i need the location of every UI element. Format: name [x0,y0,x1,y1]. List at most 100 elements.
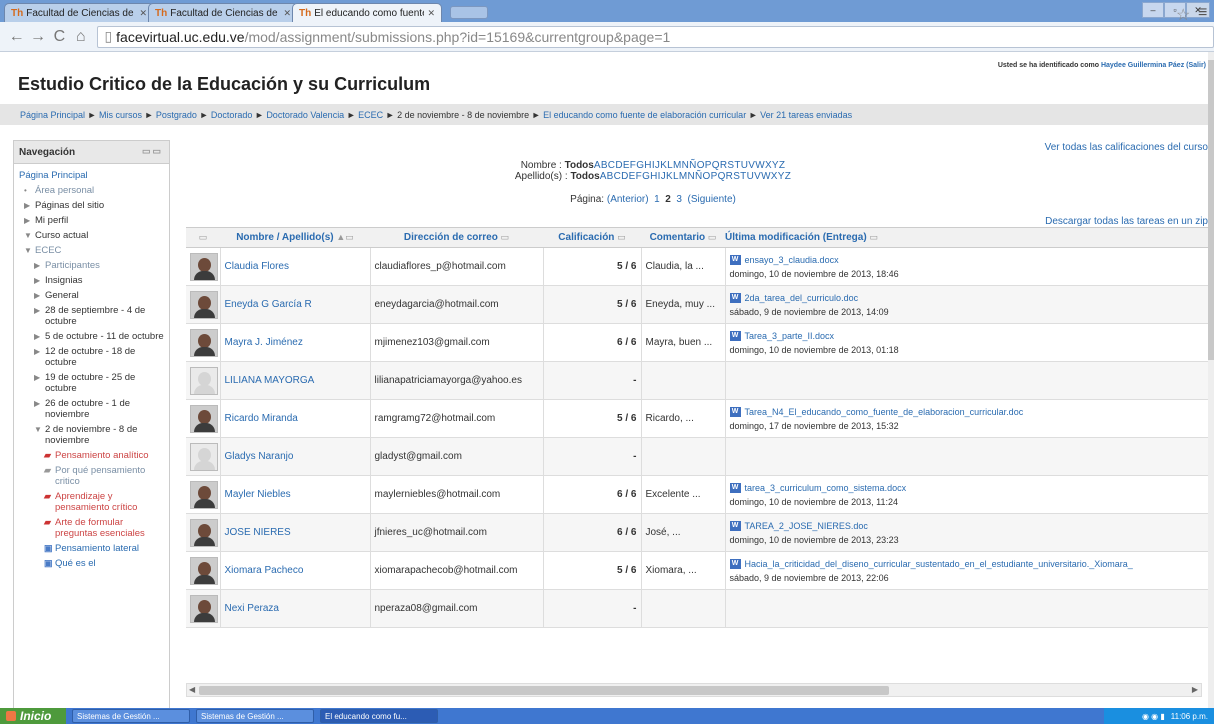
avatar[interactable] [190,556,218,585]
nav-item[interactable]: ▶ 12 de octubre - 18 de octubre [19,344,165,370]
avatar[interactable] [190,404,218,433]
grade-cell[interactable]: - [543,589,642,628]
breadcrumb-item[interactable]: Doctorado Valencia [266,110,344,120]
student-name-link[interactable]: Nexi Peraza [225,603,279,614]
collapsed-arrow-icon[interactable]: ▶ [34,260,40,271]
student-name-link[interactable]: Gladys Naranjo [225,451,294,462]
avatar[interactable] [190,366,218,395]
back-arrow-icon[interactable]: ← [6,28,27,46]
grade-cell[interactable]: 6 / 6 [543,475,642,514]
scroll-left-icon[interactable]: ◀ [189,685,195,694]
student-name-link[interactable]: JOSE NIERES [225,527,291,538]
nav-item[interactable]: ▼ Curso actual [19,228,165,243]
grade-cell[interactable]: - [543,437,642,476]
name-column-header[interactable]: Nombre / Apellido(s) ▲▭ [220,227,370,248]
grade-cell[interactable]: - [543,361,642,400]
file-link[interactable]: Hacia_la_criticidad_del_diseno_curricula… [745,559,1133,569]
avatar[interactable] [190,328,218,357]
grade-column-header[interactable]: Calificación ▭ [543,227,641,248]
nav-item[interactable]: Página Principal [19,168,165,183]
vertical-scroll-thumb[interactable] [1208,60,1214,360]
taskbar-item[interactable]: Sistemas de Gestión ... [72,709,190,723]
browser-tab[interactable]: ThFacultad de Ciencias de la E✕ [148,3,298,22]
file-link[interactable]: Tarea_N4_El_educando_como_fuente_de_elab… [745,407,1024,417]
nav-item[interactable]: ▶ General [19,288,165,303]
pager-prev[interactable]: (Anterior) [607,194,649,205]
select-column-header[interactable]: ▭ [186,227,220,248]
collapsed-arrow-icon[interactable]: ▶ [34,290,40,301]
avatar[interactable] [190,252,218,281]
breadcrumb-item[interactable]: Ver 21 tareas enviadas [760,110,852,120]
student-name-link[interactable]: LILIANA MAYORGA [225,375,315,386]
nav-item[interactable]: ▶ Mi perfil [19,213,165,228]
file-link[interactable]: Tarea_3_parte_II.docx [745,331,835,341]
browser-tab[interactable]: ThFacultad de Ciencias de la E✕ [4,3,154,22]
grade-cell[interactable]: 6 / 6 [543,323,642,362]
block-controls-icon[interactable]: ▭▭ [142,146,163,157]
email-column-header[interactable]: Dirección de correo ▭ [370,227,543,248]
nav-item[interactable]: ▣ Qué es el [19,556,165,571]
download-all-link[interactable]: Descargar todas las tareas en un zip [1045,216,1208,227]
first-name-letters[interactable]: ABCDEFGHIJKLMNÑOPQRSTUVWXYZ [594,160,785,171]
close-tab-icon[interactable]: ✕ [427,8,435,19]
scroll-thumb[interactable] [199,686,889,695]
file-link[interactable]: TAREA_2_JOSE_NIERES.doc [745,521,868,531]
nav-item[interactable]: ▰ Aprendizaje y pensamiento crítico [19,489,165,515]
nav-item[interactable]: ▶ Insignias [19,273,165,288]
student-name-link[interactable]: Mayra J. Jiménez [225,337,303,348]
home-icon[interactable]: ⌂ [70,28,91,46]
last-modified-column-header[interactable]: Última modificación (Entrega) ▭ [725,227,1208,248]
close-tab-icon[interactable]: ✕ [139,8,147,19]
breadcrumb-item[interactable]: Mis cursos [99,110,142,120]
minimize-button[interactable]: – [1142,2,1164,18]
file-link[interactable]: tarea_3_curriculum_como_sistema.docx [745,483,907,493]
grade-cell[interactable]: 5 / 6 [543,247,642,286]
reload-icon[interactable]: C [49,28,70,46]
collapsed-arrow-icon[interactable]: ▶ [34,372,40,383]
last-name-letters[interactable]: ABCDEFGHIJKLMNÑOPQRSTUVWXYZ [600,171,791,182]
student-name-link[interactable]: Mayler Niebles [225,489,291,500]
new-tab-button[interactable] [450,6,488,19]
pager-page[interactable]: 1 [654,194,660,205]
browser-tab-active[interactable]: ThEl educando como fuente de✕ [292,3,442,22]
breadcrumb-item[interactable]: Postgrado [156,110,197,120]
nav-item[interactable]: ▶ Páginas del sitio [19,198,165,213]
nav-item[interactable]: ▰ Arte de formular preguntas esenciales [19,515,165,541]
breadcrumb-item[interactable]: El educando como fuente de elaboración c… [543,110,746,120]
collapsed-arrow-icon[interactable]: ▶ [34,275,40,286]
file-link[interactable]: 2da_tarea_del_curriculo.doc [745,293,859,303]
avatar[interactable] [190,594,218,623]
avatar[interactable] [190,480,218,509]
collapsed-arrow-icon[interactable]: ▶ [34,331,40,342]
nav-item[interactable]: ▼ 2 de noviembre - 8 de noviembre [19,422,165,448]
breadcrumb-item[interactable]: Doctorado [211,110,253,120]
forward-arrow-icon[interactable]: → [27,28,48,46]
user-link[interactable]: Haydee Guillermina Páez [1101,62,1184,69]
expanded-arrow-icon[interactable]: ▼ [24,245,32,256]
menu-icon[interactable]: ≡ [1198,4,1207,22]
close-tab-icon[interactable]: ✕ [283,8,291,19]
grade-cell[interactable]: 6 / 6 [543,513,642,552]
collapsed-arrow-icon[interactable]: ▶ [24,215,30,226]
logout-link[interactable]: (Salir) [1186,62,1206,69]
grade-cell[interactable]: 5 / 6 [543,285,642,324]
collapsed-arrow-icon[interactable]: ▶ [34,398,40,409]
student-name-link[interactable]: Ricardo Miranda [225,413,298,424]
collapsed-arrow-icon[interactable]: ▶ [34,305,40,316]
grade-cell[interactable]: 5 / 6 [543,551,642,590]
taskbar-item-active[interactable]: El educando como fu... [320,709,438,723]
vertical-scrollbar[interactable] [1208,52,1214,708]
avatar[interactable] [190,518,218,547]
file-link[interactable]: ensayo_3_claudia.docx [745,255,839,265]
view-all-grades-link[interactable]: Ver todas las calificaciones del curso [1045,142,1208,153]
bookmark-star-icon[interactable]: ☆ [1176,5,1190,25]
avatar[interactable] [190,290,218,319]
grade-cell[interactable]: 5 / 6 [543,399,642,438]
collapsed-arrow-icon[interactable]: ▶ [34,346,40,357]
nav-item[interactable]: ▶ 26 de octubre - 1 de noviembre [19,396,165,422]
avatar[interactable] [190,442,218,471]
nav-item[interactable]: ▼ ECEC [19,243,165,258]
horizontal-scrollbar[interactable]: ◀ ▶ [186,683,1202,697]
pager-page[interactable]: 3 [676,194,682,205]
nav-item[interactable]: ▶ Participantes [19,258,165,273]
